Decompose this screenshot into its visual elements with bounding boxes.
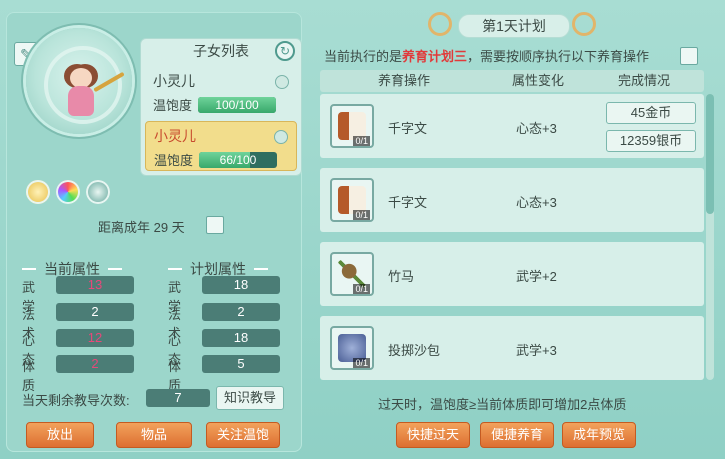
adult-preview-button[interactable]: 成年预览 [562,422,636,448]
op-name: 千字文 [388,121,428,136]
op-name: 竹马 [388,269,415,284]
right-panel: 第1天计划 当前执行的是养育计划三，需要按顺序执行以下养育操作 养育操作 属性变… [310,12,718,452]
child-name: 小灵儿 [153,73,195,89]
quick-skip-day-button[interactable]: 快捷过天 [396,422,470,448]
left-panel: ✎ 距离成年 29 天 子女列表 ↻ 小灵儿 温饱度 100/100 小灵儿 温… [6,12,302,452]
release-button[interactable]: 放出 [26,422,94,448]
gold-reward-button[interactable]: 45金币 [606,102,696,124]
gold-badge-icon[interactable] [26,180,50,204]
quick-raise-button[interactable]: 便捷养育 [480,422,554,448]
satiety-value: 66/100 [219,152,257,167]
pin-icon[interactable] [275,75,289,89]
satiety-label: 温饱度 [153,98,193,113]
plan-table: 0/1 千字文 心态+3 45金币 12359银币 0/1 千字文 心态+3 0… [320,94,704,380]
satiety-bar: 66/100 [199,151,278,168]
teach-count-label: 当天剩余教导次数: [22,393,130,408]
attr-value: 5 [202,355,280,373]
notes-icon[interactable] [206,216,224,234]
op-name: 千字文 [388,195,428,210]
items-button[interactable]: 物品 [116,422,192,448]
satiety-label: 温饱度 [154,153,194,168]
teach-count-value: 7 [146,389,210,407]
swirl-badge-icon[interactable] [86,180,110,204]
attr-value: 2 [202,303,280,321]
satiety-value: 100/100 [215,97,259,112]
attr-change: 心态+3 [516,195,557,210]
child-name: 小灵儿 [154,128,196,144]
attr-value: 12 [56,329,134,347]
attr-value: 13 [56,276,134,294]
scroll-thumb[interactable] [706,94,714,214]
child-item[interactable]: 小灵儿 温饱度 100/100 [145,67,297,117]
attr-change: 武学+3 [516,343,557,358]
child-list: 子女列表 ↻ 小灵儿 温饱度 100/100 小灵儿 温饱度 66/100 [140,38,302,176]
table-row[interactable]: 0/1 投掷沙包 武学+3 [320,316,704,380]
silver-reward-button[interactable]: 12359银币 [606,130,696,152]
attr-change: 心态+3 [516,121,557,136]
rainbow-orb-icon[interactable] [56,180,80,204]
table-row[interactable]: 0/1 千字文 心态+3 45金币 12359银币 [320,94,704,158]
knowledge-teach-button[interactable]: 知识教导 [216,386,284,410]
plan-name: 养育计划三 [402,49,468,64]
attr-value: 18 [202,329,280,347]
right-wing-decor [572,12,596,36]
refresh-icon[interactable]: ↻ [275,41,295,61]
attr-change: 武学+2 [516,269,557,284]
days-to-adult: 距离成年 29 天 [98,220,185,235]
attr-value: 2 [56,303,134,321]
hobbyhorse-icon[interactable]: 0/1 [330,252,374,296]
attr-value: 18 [202,276,280,294]
table-row[interactable]: 0/1 竹马 武学+2 [320,242,704,306]
op-name: 投掷沙包 [388,343,441,358]
attr-value: 2 [56,355,134,373]
plan-description: 当前执行的是养育计划三，需要按顺序执行以下养育操作 [324,49,650,64]
day-tip: 过天时，温饱度≥当前体质即可增加2点体质 [378,397,627,412]
table-row[interactable]: 0/1 千字文 心态+3 [320,168,704,232]
child-item-selected[interactable]: 小灵儿 温饱度 66/100 [145,121,297,171]
day-plan-title: 第1天计划 [458,14,570,38]
table-header: 养育操作 属性变化 完成情况 [320,70,704,92]
table-scrollbar[interactable] [706,94,714,380]
child-avatar [64,68,98,122]
care-satiety-button[interactable]: 关注温饱 [206,422,280,448]
raising-window: ✎ 距离成年 29 天 子女列表 ↻ 小灵儿 温饱度 100/100 小灵儿 温… [0,0,725,459]
child-portrait [26,28,132,134]
trash-icon[interactable] [680,47,698,65]
sandbag-icon[interactable]: 0/1 [330,326,374,370]
book-icon[interactable]: 0/1 [330,104,374,148]
satiety-bar: 100/100 [198,96,277,113]
pin-icon[interactable] [274,130,288,144]
book-icon[interactable]: 0/1 [330,178,374,222]
left-wing-decor [428,12,452,36]
